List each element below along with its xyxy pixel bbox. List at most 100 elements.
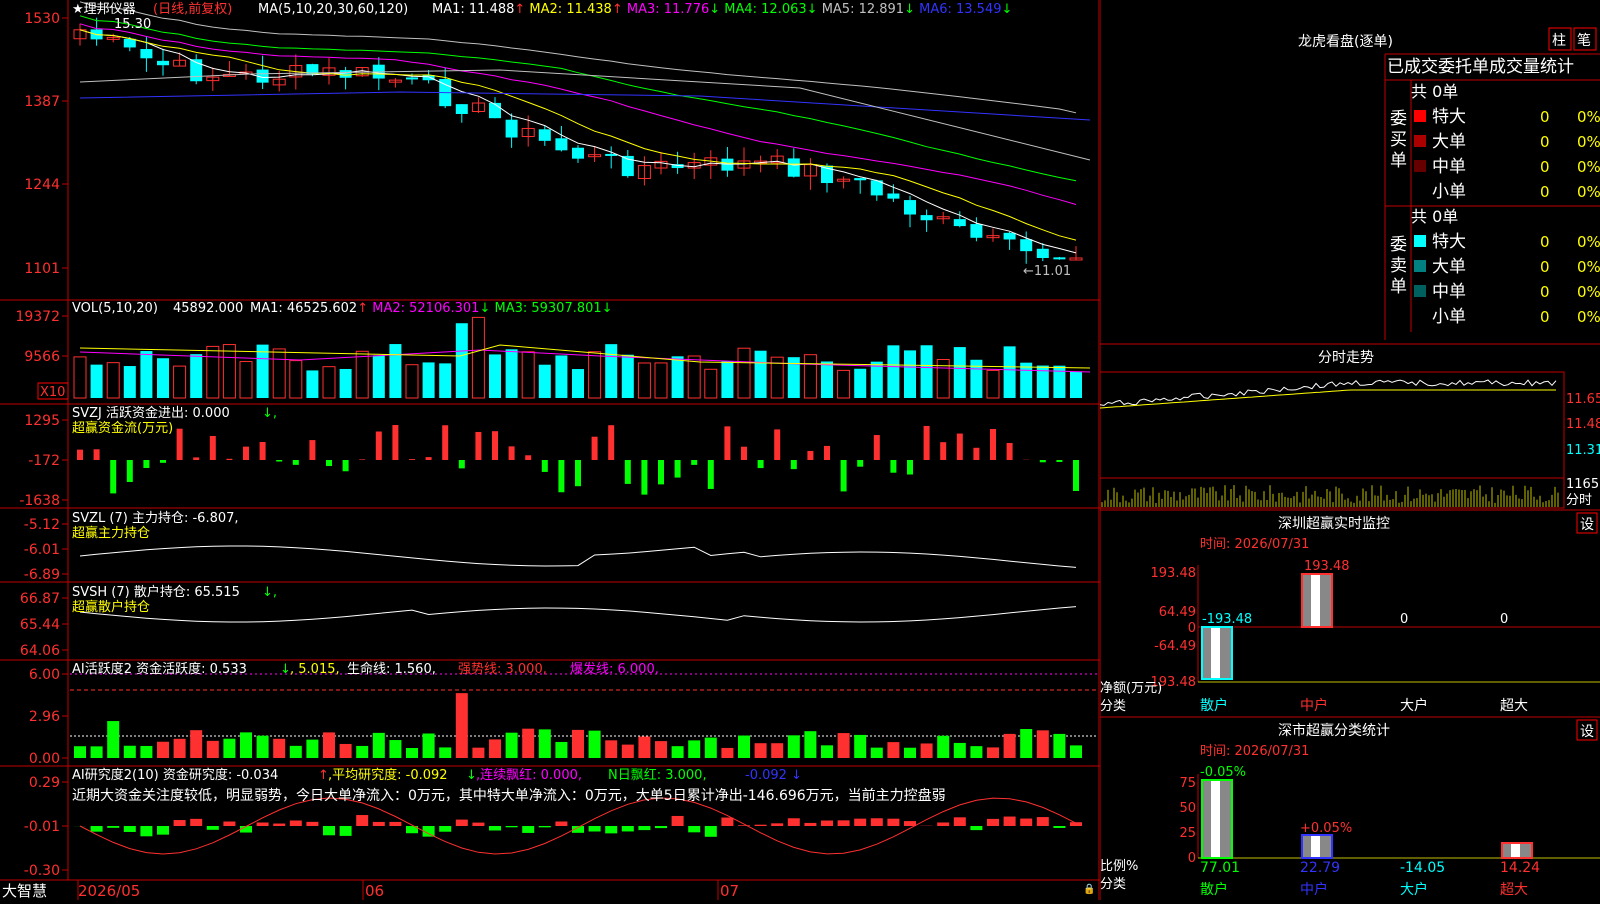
monitor-title: 深圳超赢实时监控 — [1278, 515, 1390, 532]
ai2-bar — [340, 826, 352, 836]
monitor-settings-label[interactable]: 设 — [1580, 517, 1594, 533]
ai2-bar — [970, 826, 982, 830]
ma-value: MA2: 11.438 — [525, 2, 612, 17]
volume-bar — [124, 366, 136, 398]
monitor-x-caption: 分类 — [1100, 699, 1126, 714]
svzj-bar — [442, 425, 448, 460]
ai2-bar — [174, 820, 186, 826]
volume-bar — [539, 365, 551, 398]
ai1-strong: 强势线: 3.000, — [458, 661, 547, 677]
order-size-value: 0 — [1540, 258, 1550, 276]
ai2-bar — [638, 826, 650, 830]
ma-arrow: ↓ — [479, 301, 490, 316]
svsh-tick: 65.44 — [20, 617, 60, 633]
volume-bar — [140, 351, 152, 398]
volume-bar — [423, 362, 435, 398]
btn-bi-label[interactable]: 笔 — [1577, 33, 1591, 49]
order-size-name: 小单 — [1432, 182, 1466, 202]
volume-bar — [887, 345, 899, 398]
svzj-bar — [990, 429, 996, 460]
classify-tick: 0 — [1188, 851, 1196, 866]
classify-top-label: -0.05% — [1200, 765, 1246, 780]
volume-bar — [804, 355, 816, 398]
ai1-bar — [124, 746, 136, 758]
x-label-may: 2026/05 — [78, 882, 140, 900]
buy-total: 共 0单 — [1411, 82, 1458, 101]
ai2-bar — [190, 819, 202, 826]
monitor-y-caption: 净额(万元) — [1100, 681, 1162, 696]
svzj-bar — [359, 459, 365, 460]
ai1-bar — [439, 747, 451, 758]
stock-period: (日线,前复权) — [153, 1, 232, 17]
svzj-bar — [774, 429, 780, 460]
volume-bar — [306, 370, 318, 398]
candle — [1037, 249, 1049, 258]
classify-settings-label[interactable]: 设 — [1580, 724, 1594, 740]
svzj-bar — [874, 435, 880, 460]
order-size-pct: 0% — [1577, 133, 1600, 151]
classify-val-retail: 77.01 — [1200, 860, 1240, 876]
lock-icon[interactable]: 🔒 — [1083, 883, 1095, 895]
volume-bar — [223, 345, 235, 398]
svzj-bar — [210, 436, 216, 460]
ai2-tick: -0.01 — [24, 819, 60, 835]
svg-text:买: 买 — [1390, 130, 1407, 150]
svzj-bar — [957, 434, 963, 460]
volume-bar — [174, 366, 186, 398]
volume-bar — [489, 354, 501, 398]
monitor-cat-super: 超大 — [1500, 698, 1528, 714]
volume-bar — [157, 358, 169, 398]
volume-tick: 9566 — [24, 349, 60, 365]
stock-title[interactable]: ★理邦仪器 — [72, 2, 136, 17]
ai1-bar — [838, 733, 850, 758]
ai1-bar — [157, 742, 169, 758]
chart-canvas[interactable]: 1530 1387 1244 1101 19372 9566 1295 -172… — [0, 0, 1100, 900]
svzj-bar — [592, 437, 598, 460]
ai2-bar — [788, 818, 800, 826]
candle — [788, 158, 800, 176]
volume-bar — [356, 351, 368, 398]
svzj-bar — [907, 460, 913, 475]
volume-bar — [555, 355, 567, 398]
ai2-v5-arrow: ↓ — [791, 768, 802, 783]
svzj-bar — [924, 426, 930, 460]
candle — [970, 224, 982, 238]
ai2-bar — [306, 822, 318, 826]
volume-bar — [921, 345, 933, 398]
volume-bar — [605, 344, 617, 398]
volume-bar — [373, 355, 385, 398]
svzj-bar — [459, 460, 465, 468]
classify-val-super: 14.24 — [1500, 860, 1540, 876]
bar-highlight — [1311, 574, 1320, 627]
ai2-tick: -0.30 — [24, 863, 60, 879]
bar-highlight — [1211, 780, 1220, 858]
svsh-tick: 66.87 — [20, 591, 60, 607]
ai1-tick: 2.96 — [29, 709, 60, 725]
order-size-name: 大单 — [1432, 257, 1466, 277]
candle — [921, 215, 933, 220]
svzj-bar — [1073, 460, 1079, 491]
monitor-bar-label: 0 — [1400, 612, 1408, 627]
svzj-bar — [226, 459, 232, 460]
ai1-bar — [539, 729, 551, 758]
longhu-title: 龙虎看盘(逐单) — [1298, 33, 1393, 50]
svzj-bar — [426, 457, 432, 460]
ai1-bar — [1004, 734, 1016, 758]
volume-bar — [240, 362, 252, 398]
volume-bar — [854, 369, 866, 398]
ai2-bar — [356, 815, 368, 826]
fenshi-tick: 11.65 — [1566, 392, 1600, 407]
candle — [1053, 257, 1065, 259]
ai1-bar — [406, 748, 418, 758]
ai1-bar — [622, 745, 634, 758]
volume-bar — [257, 345, 269, 398]
ai1-bar — [340, 744, 352, 758]
ai1-bar — [954, 743, 966, 758]
main-chart-area[interactable]: 1530 1387 1244 1101 19372 9566 1295 -172… — [0, 0, 1100, 900]
fenshi-frame[interactable] — [1100, 372, 1564, 508]
ai1-bar — [738, 736, 750, 758]
ai1-bar — [273, 739, 285, 758]
btn-zhu-label[interactable]: 柱 — [1552, 33, 1566, 49]
volume-bar — [755, 351, 767, 398]
volume-bar — [406, 365, 418, 398]
